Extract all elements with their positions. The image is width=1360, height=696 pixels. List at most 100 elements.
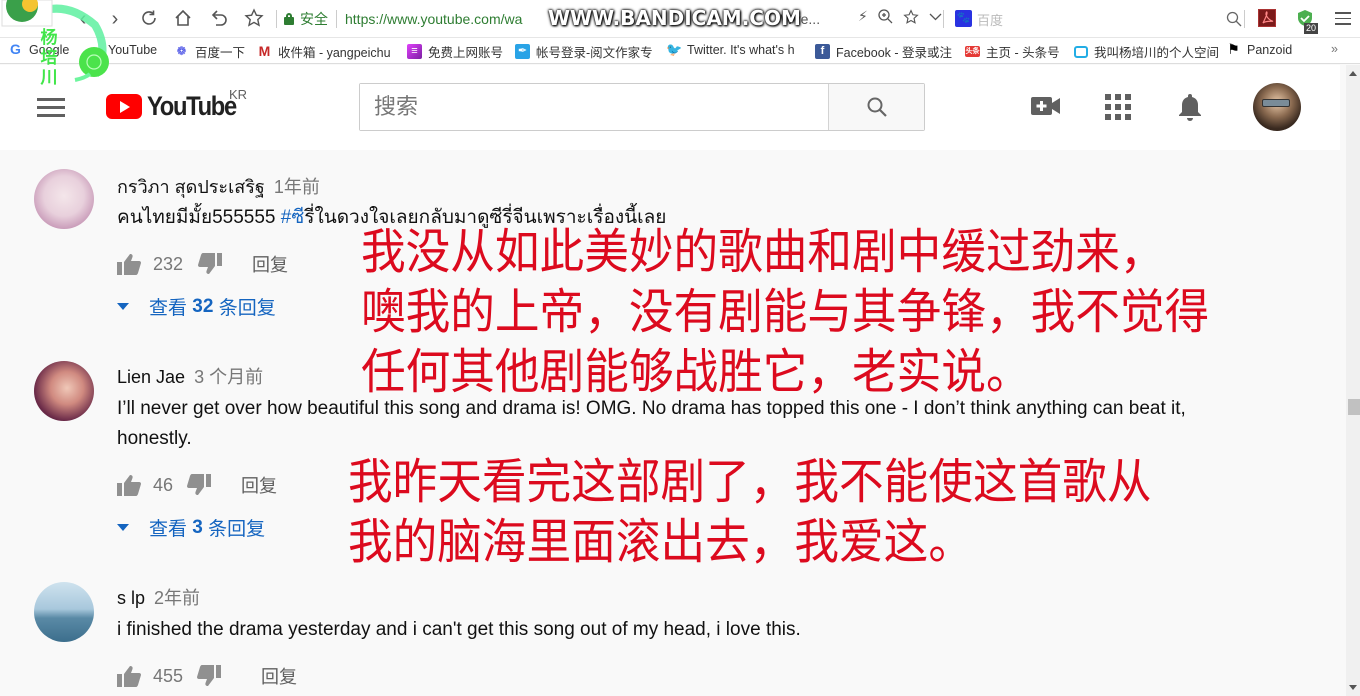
guide-menu-button[interactable] [37, 98, 65, 118]
reload-button[interactable] [138, 8, 160, 30]
menu-button[interactable] [1335, 12, 1351, 25]
scroll-down-arrow[interactable] [1349, 685, 1357, 690]
hashtag-link[interactable]: #ซี [281, 207, 304, 228]
scroll-up-arrow[interactable] [1349, 71, 1357, 76]
zoom-icon[interactable] [878, 9, 893, 24]
comment-author-avatar[interactable] [34, 582, 94, 642]
comment-actions: 46 回复 [117, 472, 277, 498]
apps-button[interactable] [1105, 94, 1131, 125]
bookmark-label: 百度一下 [195, 46, 246, 60]
like-button[interactable] [117, 665, 141, 687]
replies-prefix: 查看 [149, 519, 188, 540]
yuewen-icon: ✒ [515, 44, 530, 59]
comment-text: i finished the drama yesterday and i can… [117, 619, 801, 640]
baidu-paw-icon[interactable]: 🐾 [955, 10, 972, 27]
page-scrollbar[interactable] [1346, 65, 1360, 696]
reply-button[interactable]: 回复 [252, 251, 288, 277]
search-input[interactable] [360, 84, 828, 130]
view-replies-button[interactable]: 查看 3 条回复 [117, 514, 265, 541]
replies-suffix: 条回复 [208, 519, 266, 540]
comment-author[interactable]: Lien Jae [117, 367, 185, 387]
pdf-extension-icon[interactable] [1258, 9, 1276, 27]
chevron-down-icon[interactable] [929, 12, 942, 22]
comment-time[interactable]: 3 个月前 [194, 367, 263, 387]
url-start: https://www.youtube.com/wa [345, 11, 523, 27]
bookmark-panzoid[interactable]: ⚑ Panzoid [1226, 42, 1292, 57]
back-button[interactable]: ‹ [72, 8, 94, 30]
comment-actions: 232 回复 [117, 251, 288, 277]
like-count: 46 [153, 474, 174, 495]
channel-logo-name: 杨 培 川 [40, 28, 58, 88]
bookmark-label: YouTube [108, 42, 158, 57]
search-engine-input[interactable]: 百度 [977, 10, 1003, 29]
like-button[interactable] [117, 474, 141, 496]
address-bar[interactable]: 安全 https://www.youtube.com/wa Wve... [270, 7, 850, 31]
divider [1244, 10, 1245, 28]
like-button[interactable] [117, 253, 141, 275]
create-video-button[interactable] [1031, 95, 1061, 122]
bookmark-label: Panzoid [1247, 42, 1293, 57]
facebook-icon: f [815, 44, 830, 59]
comment-author-avatar[interactable] [34, 169, 94, 229]
url-text[interactable]: https://www.youtube.com/wa Wve... [345, 11, 820, 27]
search-icon[interactable] [1226, 11, 1242, 27]
search-button[interactable] [828, 84, 924, 130]
translation-line: 我的脑海里面滚出去，我爱这。 [348, 514, 973, 570]
toutiao-icon: 头条 [965, 46, 980, 57]
comment-text-part: รี่ในดวงใจเลยกลับมาดูซีรี่จีนเพราะเรื่อง… [304, 207, 667, 228]
reply-button[interactable]: 回复 [241, 472, 277, 498]
favorite-icon[interactable] [903, 8, 919, 25]
comment-time[interactable]: 2年前 [154, 588, 200, 608]
comment-text: I’ll never get over how beautiful this s… [117, 398, 1186, 449]
bookmark-twitter[interactable]: 🐦 Twitter. It's what's h [666, 42, 795, 57]
bookmark-baidu[interactable]: ❁ 百度一下 [174, 42, 245, 61]
replies-count: 3 [192, 516, 203, 538]
scrollbar-thumb[interactable] [1348, 399, 1360, 415]
youtube-logo[interactable]: YouTube KR [106, 87, 248, 122]
bookmark-toutiao[interactable]: 头条 主页 - 头条号 [965, 42, 1060, 61]
reply-button[interactable]: 回复 [261, 663, 297, 689]
comment-text-part: คนไทยมีมั้ย555555 [117, 207, 281, 228]
youtube-icon [88, 42, 102, 57]
secure-label: 安全 [300, 11, 328, 27]
url-end: Wve... [780, 11, 821, 27]
more-bookmarks-button[interactable]: » [1331, 42, 1338, 56]
baidu-icon: ❁ [176, 44, 187, 58]
view-replies-button[interactable]: 查看 32 条回复 [117, 293, 276, 320]
account-avatar[interactable] [1253, 83, 1301, 131]
dislike-button[interactable] [187, 474, 211, 496]
dislike-button[interactable] [198, 253, 222, 275]
bookmark-google[interactable]: G Google [8, 42, 69, 57]
bookmark-icon: ≡ [407, 44, 422, 59]
comment-time[interactable]: 1年前 [274, 177, 320, 197]
translation-line: 噢我的上帝，没有剧能与其争锋，我不觉得 [361, 284, 1210, 340]
undo-close-button[interactable] [208, 8, 230, 30]
comment-header: s lp 2年前 [117, 584, 200, 610]
bookmark-bilibili[interactable]: 我叫杨培川的个人空间 [1074, 42, 1219, 61]
home-button[interactable] [172, 8, 194, 30]
bookmark-star-button[interactable] [243, 8, 265, 30]
comment-author[interactable]: กรวิภา สุดประเสริฐ [117, 177, 265, 197]
comment-author-avatar[interactable] [34, 361, 94, 421]
bookmark-free-account[interactable]: ≡ 免费上网账号 [407, 42, 503, 61]
logo-char: 培 [40, 48, 58, 67]
translation-line: 我昨天看完这部剧了，我不能使这首歌从 [348, 454, 1152, 510]
shield-extension-icon[interactable]: 20 [1296, 9, 1319, 34]
notifications-button[interactable] [1177, 92, 1203, 127]
youtube-header: YouTube KR [0, 65, 1340, 150]
apps-grid-icon [1105, 94, 1131, 120]
dislike-button[interactable] [197, 665, 221, 687]
undo-icon [211, 10, 227, 26]
gmail-icon: M [258, 43, 271, 59]
bookmark-label: Facebook - 登录或注 [836, 46, 953, 60]
lightning-icon[interactable]: ⚡ [858, 8, 868, 25]
comment-author[interactable]: s lp [117, 588, 145, 608]
logo-text: YouTube [147, 91, 237, 121]
bookmark-yuewen[interactable]: ✒ 帐号登录-阅文作家专 [515, 42, 653, 61]
bookmark-gmail[interactable]: M 收件箱 - yangpeichu [257, 42, 391, 61]
google-icon: G [10, 41, 21, 57]
extension-badge: 20 [1304, 23, 1319, 34]
bookmark-youtube[interactable]: YouTube [88, 42, 157, 57]
forward-button[interactable]: › [104, 8, 126, 30]
bookmark-facebook[interactable]: f Facebook - 登录或注 [815, 42, 952, 61]
